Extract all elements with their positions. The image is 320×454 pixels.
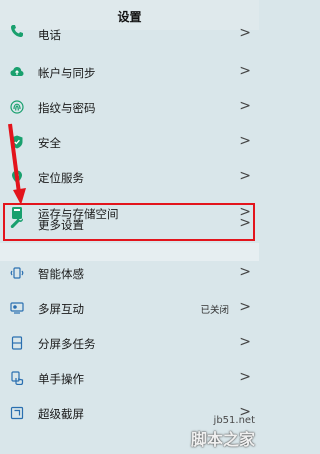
watermark-brand: 脚本之家 — [190, 430, 255, 449]
watermark: jb51.net 脚本之家 — [191, 415, 255, 450]
watermark-site: jb51.net — [213, 415, 255, 426]
pointer-arrow-icon — [8, 123, 26, 205]
